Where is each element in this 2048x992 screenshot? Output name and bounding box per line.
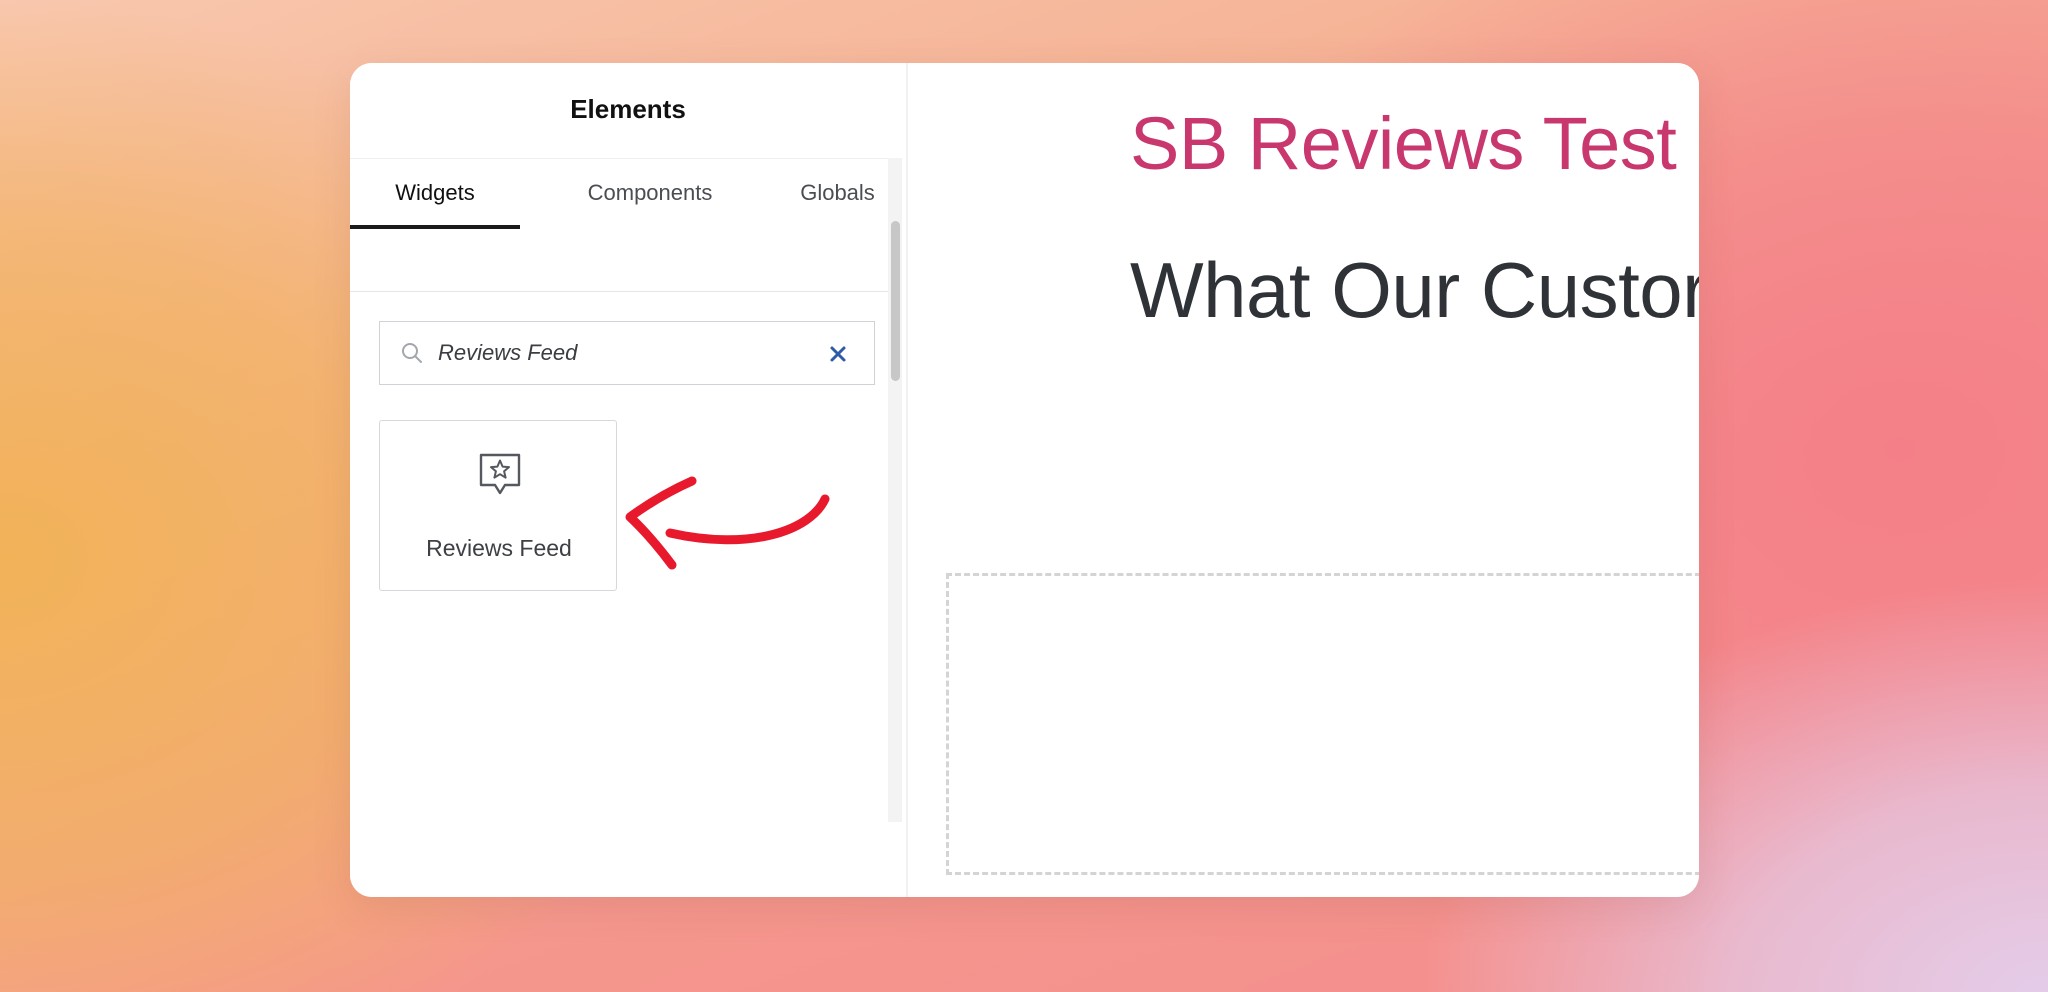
star-badge-icon	[479, 453, 521, 495]
widget-card-reviews-feed[interactable]: Reviews Feed	[379, 420, 617, 591]
annotation-arrow	[625, 476, 830, 570]
widget-search-box	[379, 321, 875, 385]
search-input[interactable]	[438, 332, 798, 374]
page-canvas: SB Reviews Test What Our Custor	[908, 63, 1699, 897]
panel-scrollbar[interactable]	[888, 158, 902, 822]
scrollbar-thumb[interactable]	[891, 221, 900, 381]
elements-panel: Elements Widgets Components Globals Revi…	[350, 63, 906, 897]
tab-widgets[interactable]: Widgets	[350, 159, 520, 229]
tab-components[interactable]: Components	[530, 159, 770, 227]
panel-tabs: Widgets Components Globals	[350, 158, 890, 292]
page-heading: What Our Custor	[1130, 246, 1699, 334]
panel-title: Elements	[570, 94, 686, 124]
site-title[interactable]: SB Reviews Test	[1130, 101, 1677, 186]
tab-globals[interactable]: Globals	[770, 159, 905, 227]
close-icon[interactable]	[826, 342, 850, 366]
drop-zone[interactable]	[946, 573, 1699, 875]
search-icon	[402, 343, 422, 363]
widget-label: Reviews Feed	[426, 535, 572, 561]
editor-window: Elements Widgets Components Globals Revi…	[350, 63, 1699, 897]
